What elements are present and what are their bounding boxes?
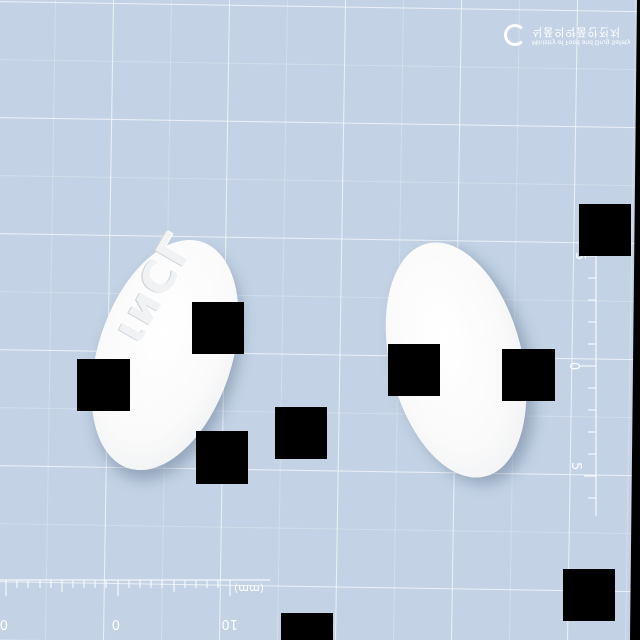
redaction-block (77, 359, 130, 411)
right-tick-label: 0 (566, 362, 581, 370)
redaction-block (502, 349, 555, 401)
redaction-block (579, 204, 631, 256)
bottom-tick-label: 10 (221, 616, 238, 631)
redaction-block (196, 431, 248, 484)
redaction-block (388, 344, 440, 396)
redaction-block (192, 302, 244, 354)
redaction-block (563, 569, 615, 621)
bottom-ruler: 0 0 10 (0, 579, 270, 631)
pill-photo: Ministry of Food and Drug Safety 식품의약품안전… (0, 0, 640, 640)
grid-backdrop (0, 0, 640, 640)
right-tick-label: 5 (568, 462, 583, 470)
bottom-tick-label: 0 (0, 616, 8, 631)
redaction-block (275, 407, 327, 459)
logo-korean-text: 식품의약품안전처 (532, 25, 621, 39)
logo-english-text: Ministry of Food and Drug Safety (532, 38, 631, 46)
redaction-block (281, 613, 333, 640)
logo-mark-icon (504, 24, 526, 46)
bottom-tick-label: 0 (112, 616, 120, 631)
agency-logo: Ministry of Food and Drug Safety 식품의약품안전… (504, 24, 631, 46)
right-ruler: 5 0 5 (566, 236, 597, 516)
ruler-unit: (mm) (234, 582, 265, 595)
